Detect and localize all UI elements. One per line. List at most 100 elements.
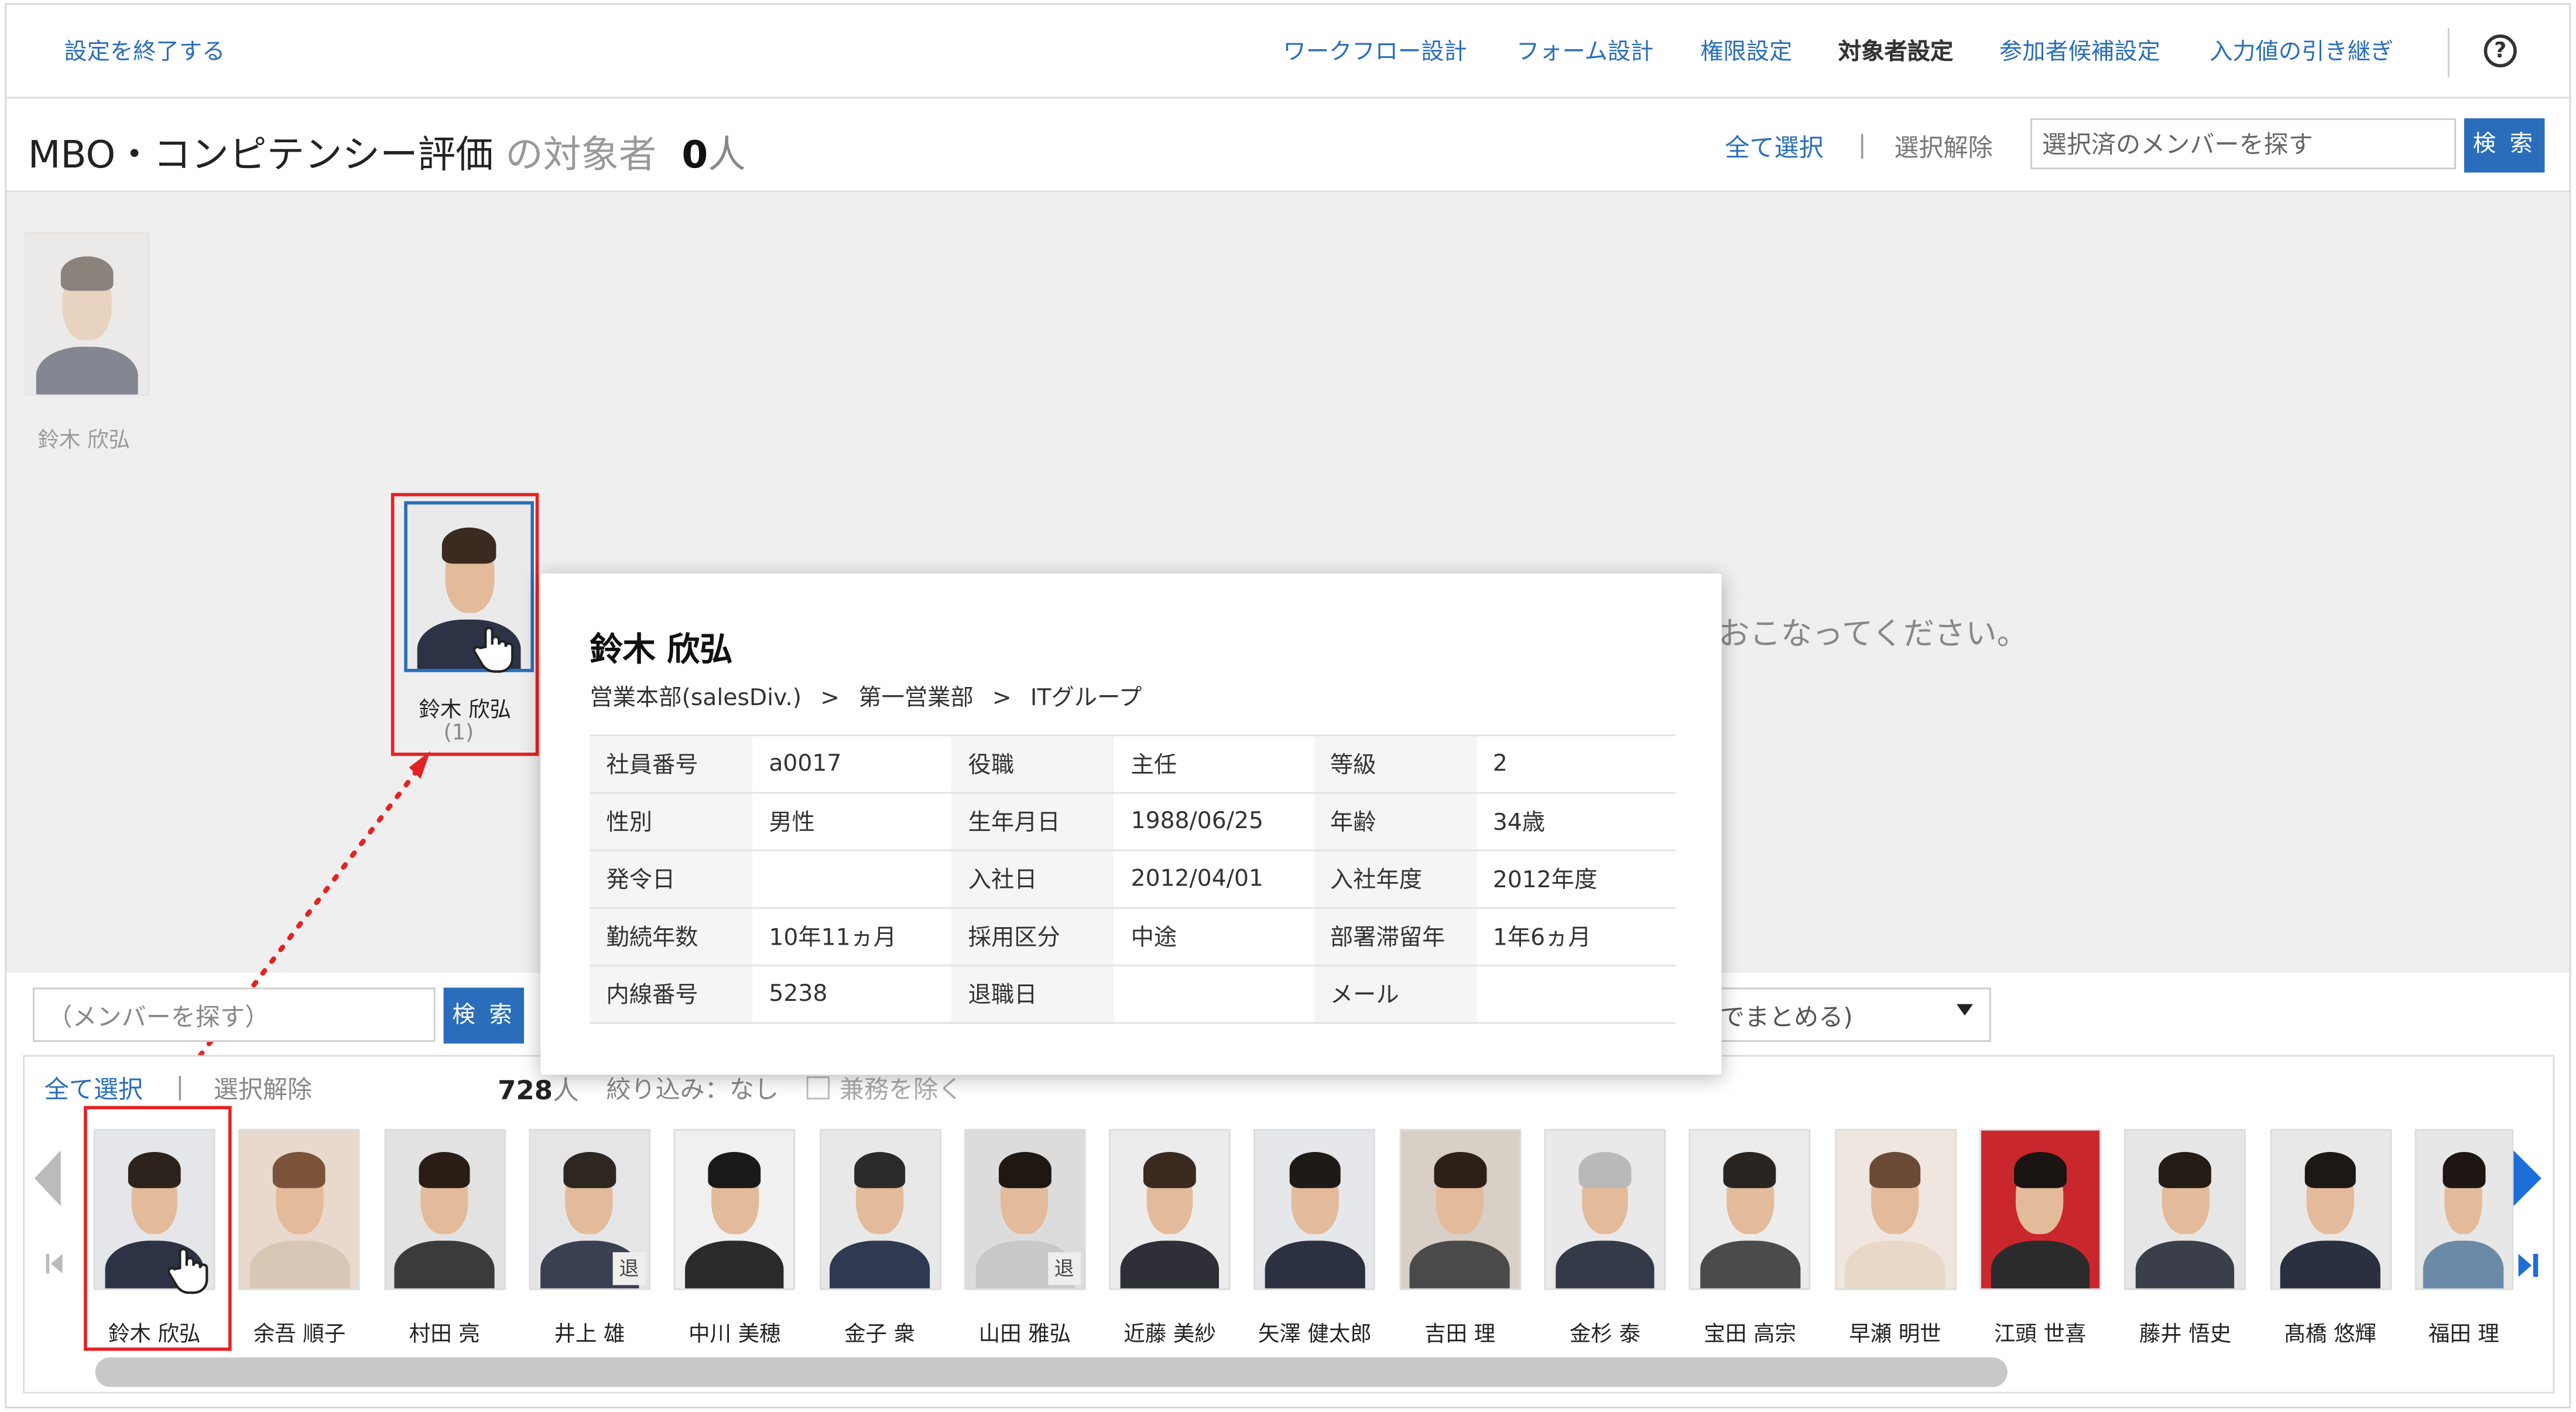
chevron-right-icon: >	[992, 685, 1012, 712]
member-thumbnail[interactable]	[2414, 1129, 2513, 1290]
title-suffix: の対象者	[505, 135, 657, 178]
member-thumbnail[interactable]: 退	[964, 1129, 1086, 1290]
profile-field-label: 退職日	[951, 965, 1115, 1024]
nav-input-carryover[interactable]: 入力値の引き継ぎ	[2210, 35, 2393, 67]
member-thumbnail[interactable]	[1254, 1129, 1376, 1290]
member-thumbnail[interactable]	[818, 1129, 941, 1290]
horizontal-scrollbar[interactable]	[95, 1357, 2008, 1387]
member-name: 金杉 泰	[1569, 1322, 1640, 1348]
nav-permission-settings[interactable]: 権限設定	[1700, 35, 1792, 67]
retired-badge: 退	[612, 1252, 646, 1285]
profile-field-value: 2012/04/01	[1114, 849, 1314, 909]
profile-field-value: 2012年度	[1476, 849, 1676, 909]
top-bar: 設定を終了する ワークフロー設計 フォーム設計 権限設定 対象者設定 参加者候補…	[6, 5, 2570, 99]
filter-status: 絞り込み：なし	[606, 1075, 779, 1105]
member-profile-card: 鈴木 欣弘 営業本部(salesDiv.) > 第一営業部 > ITグループ 社…	[540, 573, 1722, 1075]
member-name: 山田 雅弘	[978, 1322, 1071, 1348]
profile-field-value: 男性	[752, 792, 952, 852]
member-thumbnail[interactable]	[1689, 1129, 1811, 1290]
source-highlight-box	[84, 1106, 232, 1351]
member-thumbnail[interactable]	[1109, 1129, 1231, 1290]
nav-workflow-design[interactable]: ワークフロー設計	[1283, 35, 1467, 67]
scroll-left-arrow-icon[interactable]	[34, 1150, 61, 1206]
member-thumbnail[interactable]	[2269, 1129, 2392, 1290]
profile-field-label: 内線番号	[590, 965, 753, 1024]
separator: |	[176, 1071, 184, 1102]
profile-field-label: 年齢	[1313, 792, 1477, 852]
member-thumbnail[interactable]: 退	[529, 1129, 650, 1290]
nav-candidate-settings[interactable]: 参加者候補設定	[1999, 35, 2160, 67]
profile-info-row: 性別 男性 生年月日 1988/06/25 年齢 34歳	[590, 792, 1676, 852]
member-thumbnail[interactable]	[1834, 1129, 1956, 1290]
profile-field-value: a0017	[752, 734, 952, 794]
profile-field-label: 部署滞留年	[1313, 907, 1477, 966]
department-breadcrumb: 営業本部(salesDiv.) > 第一営業部 > ITグループ	[590, 681, 1142, 713]
member-name: 早瀬 明世	[1849, 1322, 1941, 1348]
profile-field-value: 主任	[1114, 734, 1314, 794]
target-count: 0	[681, 135, 708, 178]
deselect-members-link[interactable]: 選択解除	[214, 1072, 312, 1106]
select-all-members-link[interactable]: 全て選択	[44, 1072, 143, 1106]
scroll-right-arrow-icon[interactable]	[2513, 1150, 2541, 1206]
page-title: MBO・コンピテンシー評価 の対象者 0人	[28, 123, 746, 179]
member-name: 村田 亮	[409, 1322, 480, 1348]
member-name: 近藤 美紗	[1123, 1322, 1216, 1348]
member-thumbnail[interactable]	[1979, 1129, 2101, 1290]
profile-info-row: 社員番号 a0017 役職 主任 等級 2	[590, 734, 1676, 794]
retired-badge: 退	[1047, 1252, 1081, 1285]
member-name: 井上 雄	[554, 1322, 625, 1348]
profile-field-value: 5238	[752, 965, 952, 1024]
group-by-select[interactable]: でまとめる)	[1692, 987, 1991, 1042]
member-thumbnail[interactable]	[1399, 1129, 1521, 1290]
member-search-input[interactable]: （メンバーを探す）	[33, 987, 436, 1042]
profile-info-row: 内線番号 5238 退職日 メール	[590, 965, 1676, 1024]
profile-field-label: 社員番号	[590, 734, 753, 794]
exit-settings-link[interactable]: 設定を終了する	[64, 35, 225, 67]
profile-field-label: 等級	[1313, 734, 1477, 794]
chevron-right-icon: >	[820, 685, 840, 712]
member-thumbnail[interactable]	[1544, 1129, 1666, 1290]
evaluation-name: MBO・コンピテンシー評価	[28, 135, 494, 178]
member-thumbnail[interactable]	[2124, 1129, 2246, 1290]
selected-search-button[interactable]: 検 索	[2464, 118, 2545, 173]
member-count-unit: 人	[552, 1075, 579, 1106]
nav-form-design[interactable]: フォーム設計	[1516, 35, 1654, 67]
selected-member-search-input[interactable]: 選択済のメンバーを探す	[2030, 118, 2456, 170]
member-thumbnail[interactable]	[238, 1129, 361, 1290]
nav-target-settings[interactable]: 対象者設定	[1838, 35, 1953, 67]
profile-field-value	[752, 849, 952, 909]
member-name: 江頭 世喜	[1993, 1322, 2087, 1348]
profile-field-value: 1年6ヵ月	[1476, 907, 1676, 966]
member-name: 髙橋 悠輝	[2284, 1322, 2377, 1348]
member-name: 中川 美穂	[688, 1322, 781, 1348]
select-all-targets-link[interactable]: 全て選択	[1725, 130, 1823, 165]
member-name: 吉田 理	[1424, 1322, 1496, 1348]
profile-info-row: 勤続年数 10年11ヵ月 採用区分 中途 部署滞留年 1年6ヵ月	[590, 907, 1676, 966]
profile-field-label: 入社日	[951, 849, 1115, 909]
dragged-member-count: (1)	[443, 721, 474, 746]
profile-field-value	[1114, 965, 1314, 1024]
profile-field-label: 採用区分	[951, 907, 1115, 966]
profile-field-value	[1476, 965, 1676, 1024]
profile-field-label: 役職	[951, 734, 1115, 794]
first-page-icon[interactable]	[44, 1252, 64, 1275]
profile-field-label: 勤続年数	[590, 907, 753, 966]
profile-field-label: 入社年度	[1313, 849, 1477, 909]
member-name: 余吾 順子	[253, 1322, 346, 1348]
member-thumbnail[interactable]	[383, 1129, 506, 1290]
exclude-concurrent-checkbox[interactable]	[806, 1076, 830, 1100]
profile-info-table: 社員番号 a0017 役職 主任 等級 2 性別 男性 生年月日 1988/06/25 年齢 34歳発…	[590, 734, 1676, 1024]
deselect-targets-link[interactable]: 選択解除	[1894, 130, 1992, 165]
member-search-button[interactable]: 検 索	[443, 987, 525, 1044]
breadcrumb-item: ITグループ	[1030, 685, 1142, 712]
chevron-down-icon	[1956, 1004, 1974, 1016]
help-icon[interactable]: ?	[2483, 34, 2517, 68]
last-page-icon[interactable]	[2517, 1252, 2540, 1278]
member-name: 福田 理	[2428, 1322, 2499, 1348]
profile-info-row: 発令日 入社日 2012/04/01 入社年度 2012年度	[590, 849, 1676, 909]
member-name: 矢澤 健太郎	[1258, 1322, 1372, 1348]
profile-field-value: 10年11ヵ月	[752, 907, 952, 966]
target-count-unit: 人	[708, 135, 746, 178]
member-thumbnail[interactable]	[673, 1129, 796, 1290]
hand-cursor-icon	[472, 626, 514, 673]
